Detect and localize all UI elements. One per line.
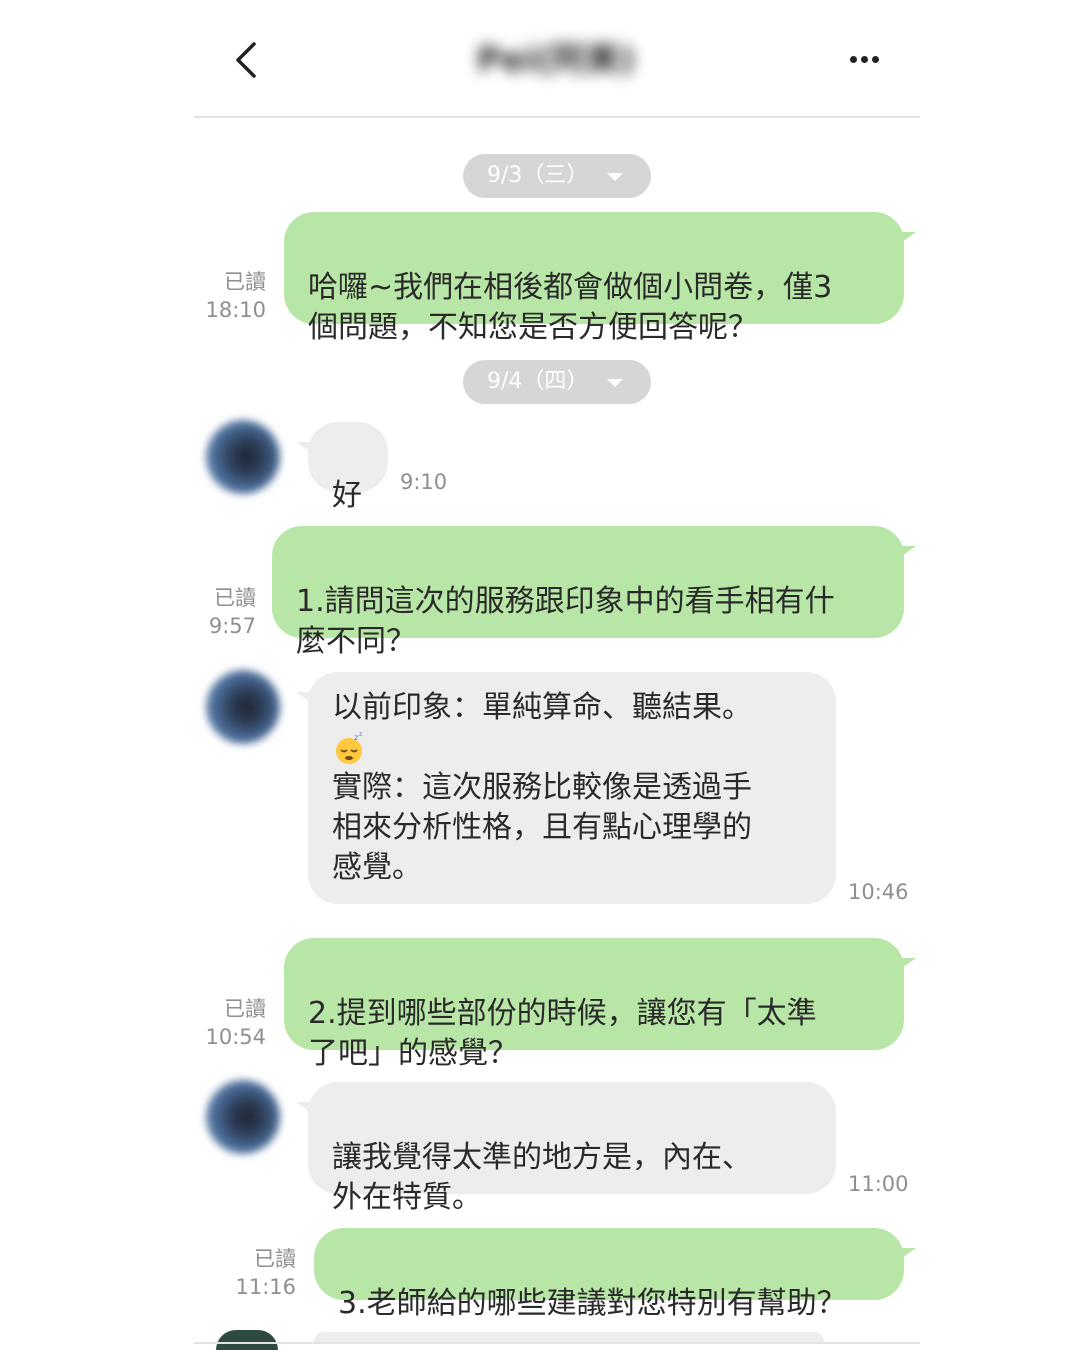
message-meta: 已讀 11:16	[194, 1245, 296, 1301]
chat-title: Pei(阿美)	[476, 40, 636, 80]
date-separator[interactable]: 9/4（四）	[463, 360, 651, 404]
contact-avatar[interactable]	[216, 1330, 278, 1350]
message-text: 以前印象：單純算命、聽結果。	[332, 690, 752, 725]
contact-avatar[interactable]	[206, 1080, 280, 1154]
more-button[interactable]	[844, 46, 884, 74]
message-meta: 已讀 10:54	[194, 995, 266, 1051]
message-meta: 已讀 18:10	[194, 268, 266, 324]
more-horizontal-icon	[850, 56, 857, 63]
divider	[194, 1342, 920, 1344]
contact-avatar[interactable]	[206, 670, 280, 744]
message-text: 讓我覺得太準的地方是，內在、 外在特質。	[332, 1140, 752, 1215]
contact-avatar[interactable]	[206, 420, 280, 494]
incoming-message-bubble[interactable]: 讓我覺得太準的地方是，內在、 外在特質。	[296, 1082, 836, 1215]
message-text: 好	[332, 478, 362, 513]
date-label: 9/4（四）	[487, 369, 589, 394]
caret-down-icon	[607, 379, 623, 387]
message-text: 1.請問這次的服務跟印象中的看手相有什 麼不同？	[296, 584, 835, 659]
outgoing-message-bubble[interactable]: 哈囉~我們在相後都會做個小問卷，僅3 個問題，不知您是否方便回答呢？	[284, 212, 916, 345]
chevron-left-icon	[236, 42, 256, 78]
back-button[interactable]	[228, 36, 268, 84]
read-receipt: 已讀	[224, 270, 266, 294]
incoming-message-bubble[interactable]: 以前印象：單純算命、聽結果。 z z 實際：這次服務比較像是透過手 相來分析性格…	[296, 672, 836, 904]
incoming-message-bubble[interactable]: 好	[296, 422, 388, 513]
outgoing-message-bubble[interactable]: 2.提到哪些部份的時候，讓您有「太準 了吧」的感覺？	[284, 938, 916, 1071]
message-time: 10:46	[848, 880, 909, 904]
message-text: 哈囉~我們在相後都會做個小問卷，僅3 個問題，不知您是否方便回答呢？	[308, 270, 833, 345]
message-time: 9:57	[208, 614, 256, 638]
message-text: 2.提到哪些部份的時候，讓您有「太準 了吧」的感覺？	[308, 996, 817, 1071]
svg-text:z: z	[354, 733, 358, 742]
message-time: 11:16	[235, 1275, 296, 1299]
message-meta: 已讀 9:57	[194, 584, 256, 640]
read-receipt: 已讀	[254, 1247, 296, 1271]
message-time: 11:00	[848, 1172, 909, 1196]
caret-down-icon	[607, 173, 623, 181]
chat-header: Pei(阿美)	[194, 0, 920, 118]
message-time: 9:10	[400, 470, 448, 494]
message-time: 10:54	[205, 1025, 266, 1049]
message-text: 實際：這次服務比較像是透過手 相來分析性格，且有點心理學的 感覺。	[332, 770, 752, 885]
sleepy-face-emoji-icon: z z	[336, 732, 362, 764]
date-label: 9/3（三）	[487, 163, 589, 188]
incoming-message-bubble[interactable]	[314, 1332, 824, 1342]
outgoing-message-bubble[interactable]: 1.請問這次的服務跟印象中的看手相有什 麼不同？	[272, 526, 916, 659]
message-time: 18:10	[205, 298, 266, 322]
outgoing-message-bubble[interactable]: 3.老師給的哪些建議對您特別有幫助？	[314, 1228, 916, 1321]
message-text: 3.老師給的哪些建議對您特別有幫助？	[338, 1286, 847, 1321]
read-receipt: 已讀	[214, 586, 256, 610]
svg-text:z: z	[359, 732, 362, 738]
date-separator[interactable]: 9/3（三）	[463, 154, 651, 198]
read-receipt: 已讀	[224, 997, 266, 1021]
chat-window: Pei(阿美) 9/3（三） 已讀 18:10 哈囉~我們在相後都會做個小問卷，…	[194, 0, 920, 1350]
